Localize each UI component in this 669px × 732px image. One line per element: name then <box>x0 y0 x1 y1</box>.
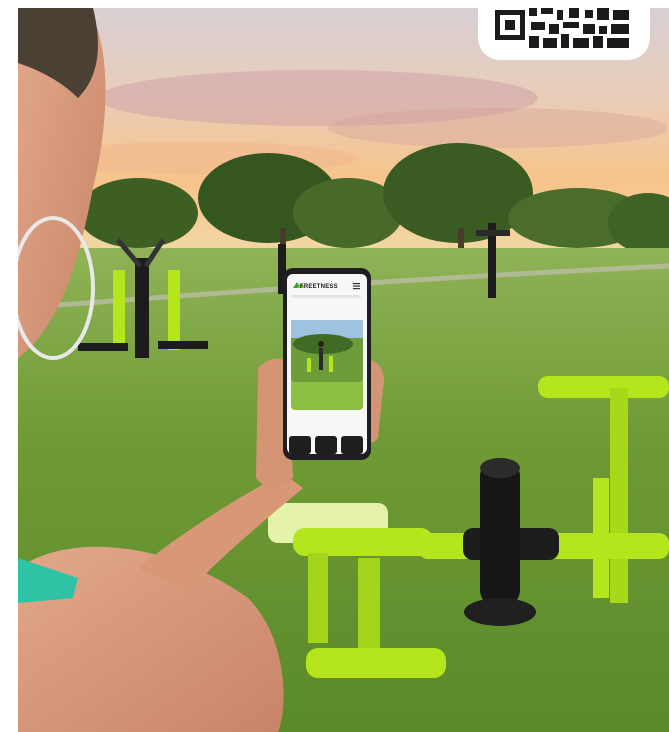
phone-brand: FREETNESS <box>300 284 338 290</box>
qr-code-icon <box>495 8 629 48</box>
phone-screen: FREETNESS <box>288 270 368 454</box>
qr-badge <box>478 0 650 60</box>
